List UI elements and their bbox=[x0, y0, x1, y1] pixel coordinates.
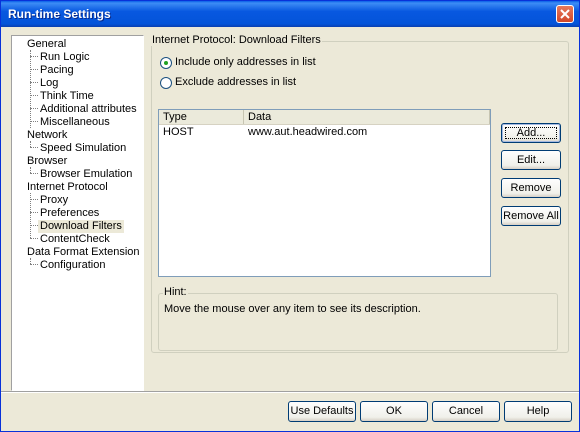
tree-item-pacing[interactable]: Pacing bbox=[40, 64, 74, 77]
remove-button[interactable]: Remove bbox=[501, 178, 561, 198]
hint-box bbox=[158, 293, 558, 351]
tree-item-speed-simulation[interactable]: Speed Simulation bbox=[40, 142, 126, 155]
tree-item-configuration[interactable]: Configuration bbox=[40, 259, 105, 272]
tree-item-download-filters[interactable]: Download Filters bbox=[38, 220, 124, 233]
tree-item-log[interactable]: Log bbox=[40, 77, 58, 90]
row-data: www.aut.headwired.com bbox=[248, 126, 368, 138]
help-button[interactable]: Help bbox=[504, 401, 572, 422]
tree-item-run-logic[interactable]: Run Logic bbox=[40, 51, 90, 64]
list-header: Type Data bbox=[159, 110, 490, 125]
close-icon bbox=[560, 9, 570, 19]
edit-button-label: Edit... bbox=[516, 154, 546, 166]
column-header-type[interactable]: Type bbox=[159, 110, 244, 124]
hint-title: Hint: bbox=[163, 286, 188, 298]
row-type: HOST bbox=[163, 126, 194, 138]
tree-item-miscellaneous[interactable]: Miscellaneous bbox=[40, 116, 110, 129]
add-button[interactable]: Add... bbox=[501, 123, 561, 143]
table-row[interactable]: HOST www.aut.headwired.com bbox=[159, 125, 490, 139]
title-bar[interactable]: Run-time Settings bbox=[1, 1, 579, 27]
remove-all-button-label: Remove All bbox=[503, 210, 559, 222]
tree-item-internet-protocol[interactable]: Internet Protocol bbox=[27, 181, 108, 194]
column-header-data[interactable]: Data bbox=[244, 110, 490, 124]
exclude-label[interactable]: Exclude addresses in list bbox=[175, 76, 296, 88]
cancel-label: Cancel bbox=[448, 405, 484, 417]
run-time-settings-dialog: Run-time Settings General Run Logic Paci… bbox=[0, 0, 580, 432]
footer-divider-highlight bbox=[1, 392, 579, 393]
window-title: Run-time Settings bbox=[8, 7, 111, 21]
tree-item-general[interactable]: General bbox=[27, 38, 66, 51]
tree-item-contentcheck[interactable]: ContentCheck bbox=[40, 233, 110, 246]
edit-button[interactable]: Edit... bbox=[501, 150, 561, 170]
tree-item-browser[interactable]: Browser bbox=[27, 155, 67, 168]
exclude-radio[interactable] bbox=[160, 77, 172, 89]
remove-all-button[interactable]: Remove All bbox=[501, 206, 561, 226]
tree-item-browser-emulation[interactable]: Browser Emulation bbox=[40, 168, 132, 181]
include-only-label[interactable]: Include only addresses in list bbox=[175, 56, 316, 68]
tree-item-think-time[interactable]: Think Time bbox=[40, 90, 94, 103]
ok-button[interactable]: OK bbox=[360, 401, 428, 422]
group-title: Internet Protocol: Download Filters bbox=[151, 34, 322, 46]
ok-label: OK bbox=[386, 405, 402, 417]
hint-text: Move the mouse over any item to see its … bbox=[164, 303, 421, 315]
tree-item-preferences[interactable]: Preferences bbox=[40, 207, 99, 220]
focus-rect bbox=[505, 127, 557, 139]
include-only-radio[interactable] bbox=[160, 57, 172, 69]
tree-item-data-format-extension[interactable]: Data Format Extension bbox=[27, 246, 140, 259]
help-label: Help bbox=[526, 405, 550, 417]
use-defaults-label: Use Defaults bbox=[290, 405, 354, 417]
tree-item-network[interactable]: Network bbox=[27, 129, 67, 142]
radio-selected-dot bbox=[164, 61, 168, 65]
cancel-button[interactable]: Cancel bbox=[432, 401, 500, 422]
tree-item-additional-attributes[interactable]: Additional attributes bbox=[40, 103, 137, 116]
settings-tree[interactable]: General Run Logic Pacing Log Think Time … bbox=[11, 35, 144, 391]
remove-button-label: Remove bbox=[510, 182, 552, 194]
close-button[interactable] bbox=[556, 5, 574, 23]
use-defaults-button[interactable]: Use Defaults bbox=[288, 401, 356, 422]
address-list[interactable]: Type Data HOST www.aut.headwired.com bbox=[158, 109, 491, 277]
tree-item-proxy[interactable]: Proxy bbox=[40, 194, 68, 207]
